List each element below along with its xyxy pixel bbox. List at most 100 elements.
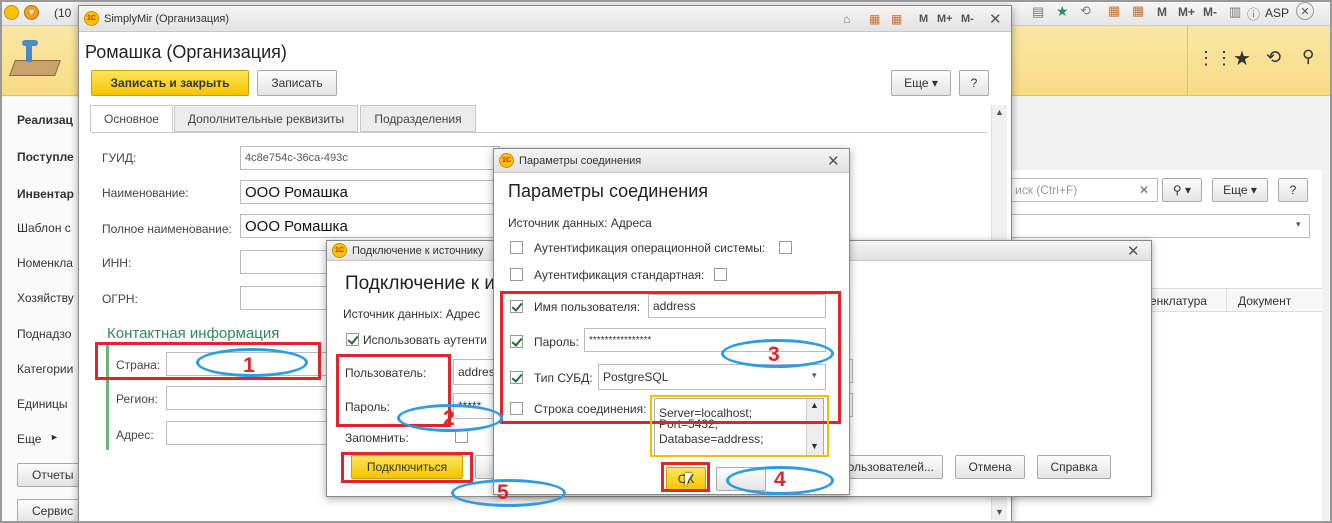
org-calc-icon[interactable]: ▦	[891, 12, 902, 26]
search-dropdown-button[interactable]: ⚲ ▾	[1162, 178, 1202, 202]
address-field[interactable]	[166, 421, 336, 445]
history-icon[interactable]: ⟲	[1080, 3, 1091, 19]
org-doc-icon[interactable]: ▦	[869, 12, 880, 26]
annotation-number-5: 5	[497, 481, 509, 504]
params-close-icon[interactable]: ✕	[827, 152, 840, 170]
inn-label: ИНН:	[102, 256, 132, 270]
list-help-button[interactable]: ?	[1278, 178, 1308, 202]
connect-user-field[interactable]: addres	[453, 359, 497, 385]
column-document[interactable]: Документ	[1238, 294, 1291, 308]
1c-logo-icon: 1С	[84, 11, 99, 26]
fullname-label: Полное наименование:	[102, 222, 232, 236]
connstring-highlight-box	[650, 395, 829, 457]
help-button[interactable]: Справка	[1037, 455, 1111, 479]
reports-button[interactable]: Отчеты	[17, 463, 87, 487]
org-mminus-icon[interactable]: M-	[961, 13, 974, 25]
std-auth-checkbox[interactable]	[714, 268, 727, 281]
org-more-label: Еще	[904, 76, 929, 90]
os-auth-checkbox-left[interactable]	[510, 241, 523, 254]
sidebar-item-economic[interactable]: Хозяйству	[17, 291, 74, 305]
os-auth-label: Аутентификация операционной системы:	[534, 241, 766, 255]
scroll-up-arrow-icon[interactable]: ▲	[995, 107, 1004, 117]
list-search-input[interactable]: иск (Ctrl+F)	[1010, 178, 1158, 202]
ogrn-field[interactable]	[240, 286, 340, 310]
org-mplus-icon[interactable]: M+	[937, 13, 953, 25]
sidebar-item-nomenclature[interactable]: Номенкла	[17, 256, 73, 270]
org-close-icon[interactable]: ✕	[989, 10, 1002, 28]
scroll-down-arrow-icon[interactable]: ▼	[995, 507, 1004, 517]
save-button-label: Записать	[271, 76, 323, 90]
std-auth-checkbox-left[interactable]	[510, 268, 523, 281]
address-label: Адрес:	[116, 428, 154, 442]
tab-divisions-label: Подразделения	[374, 111, 462, 126]
favorites-star-icon[interactable]: ★	[1233, 46, 1251, 71]
org-more-button[interactable]: Еще ▾	[891, 70, 951, 96]
calendar-icon[interactable]: ▦	[1108, 3, 1120, 19]
fullname-field[interactable]: ООО Ромашка	[240, 214, 500, 238]
search-icon[interactable]: ⚲	[1302, 47, 1314, 67]
connect-data-source: Источник данных: Адрес	[343, 307, 481, 321]
connect-user-value: addres	[458, 365, 495, 379]
close-app-icon[interactable]: ✕	[1296, 2, 1314, 20]
name-field[interactable]: ООО Ромашка	[240, 180, 500, 204]
org-help-button[interactable]: ?	[959, 70, 989, 96]
os-auth-checkbox[interactable]	[779, 241, 792, 254]
sidebar-item-more[interactable]: Еще	[17, 432, 41, 446]
history-clock-icon[interactable]: ⟲	[1266, 47, 1281, 68]
memory-m-button[interactable]: M	[1157, 5, 1167, 19]
service-button[interactable]: Сервис	[17, 499, 87, 523]
region-field[interactable]	[166, 386, 336, 410]
remember-checkbox[interactable]	[455, 430, 468, 443]
save-and-close-button[interactable]: Записать и закрыть	[91, 70, 249, 96]
memory-plus-button[interactable]: M+	[1178, 5, 1195, 19]
region-label: Регион:	[116, 392, 158, 406]
browser-tab-fragment[interactable]: (10	[54, 6, 71, 20]
sidebar-item-categories[interactable]: Категории	[17, 362, 73, 376]
annotation-number-2: 2	[443, 407, 455, 430]
org-m-icon[interactable]: M	[919, 13, 928, 25]
info-icon[interactable]: ⓘ	[1247, 4, 1260, 23]
users-button-label: ользователей...	[847, 460, 934, 474]
save-button[interactable]: Записать	[257, 70, 337, 96]
user-name[interactable]: ASP	[1265, 6, 1289, 20]
guid-label: ГУИД:	[102, 151, 137, 165]
clear-search-icon[interactable]: ✕	[1139, 183, 1149, 197]
filter-chevron-icon[interactable]: ▾	[1296, 219, 1301, 230]
calculator-icon[interactable]: ▦	[1132, 3, 1144, 19]
list-more-button[interactable]: Еще ▾	[1212, 178, 1268, 202]
star-favorite-icon[interactable]: ★	[1056, 3, 1069, 20]
sidebar-item-receipts[interactable]: Поступле	[17, 150, 74, 164]
connect-heading: Подключение к и	[345, 273, 495, 294]
sidebar-item-supervised[interactable]: Поднадзо	[17, 327, 71, 341]
memory-minus-button[interactable]: M-	[1203, 5, 1217, 19]
annotation-number-4: 4	[774, 468, 786, 491]
panel-icon[interactable]: ▥	[1229, 4, 1241, 20]
list-search-placeholder: иск (Ctrl+F)	[1015, 183, 1078, 197]
tab-divisions[interactable]: Подразделения	[360, 105, 476, 132]
cancel-button[interactable]: Отмена	[955, 455, 1025, 479]
sidebar-item-units[interactable]: Единицы	[17, 397, 68, 411]
ogrn-label: ОГРН:	[102, 292, 138, 306]
print-icon[interactable]: ▤	[1032, 4, 1044, 20]
sidebar-item-sales[interactable]: Реализац	[17, 113, 73, 127]
grid-menu-icon[interactable]: ⋮⋮	[1197, 48, 1233, 69]
tab-additional[interactable]: Дополнительные реквизиты	[174, 105, 358, 132]
app-logo-icon[interactable]	[4, 5, 19, 20]
column-nomenclature[interactable]: енклатура	[1150, 294, 1207, 308]
1c-logo-icon: 1С	[499, 153, 514, 168]
connect-close-icon[interactable]: ✕	[1127, 242, 1140, 260]
inn-field[interactable]	[240, 250, 340, 274]
list-filter-select[interactable]	[1010, 214, 1310, 238]
name-value: ООО Ромашка	[245, 183, 348, 201]
sidebar-item-inventory[interactable]: Инвентар	[17, 187, 74, 201]
column-divider	[1226, 288, 1227, 312]
tab-main[interactable]: Основное	[90, 105, 173, 132]
use-auth-checkbox[interactable]	[346, 333, 359, 346]
sidebar-item-template[interactable]: Шаблон с	[17, 221, 71, 235]
app-logo-desk-icon	[9, 40, 61, 80]
1c-logo-icon: 1С	[332, 243, 347, 258]
contact-info-heading: Контактная информация	[107, 325, 280, 342]
reports-button-label: Отчеты	[32, 468, 74, 482]
menu-dropdown-icon[interactable]: ▾	[24, 5, 39, 20]
org-home-icon[interactable]: ⌂	[843, 12, 850, 26]
